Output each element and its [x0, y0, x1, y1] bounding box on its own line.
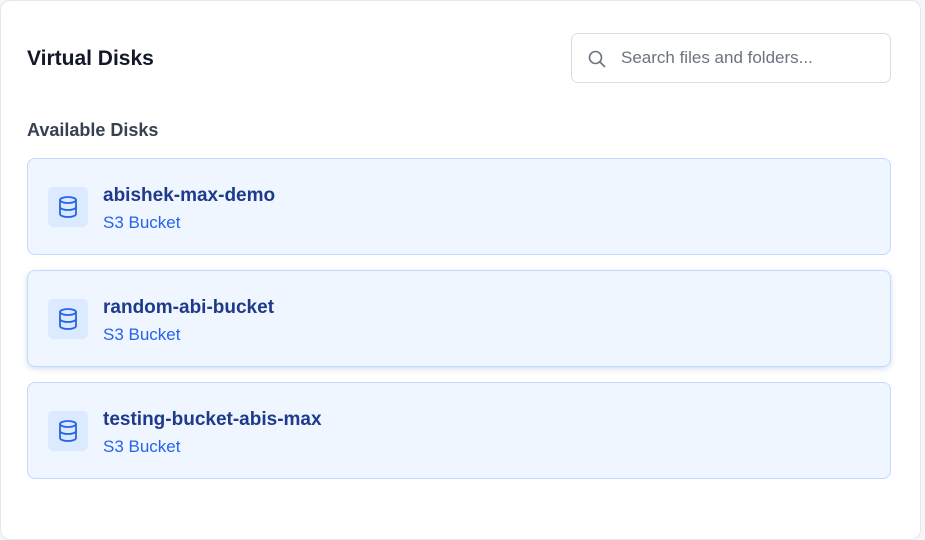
database-icon	[48, 299, 88, 339]
disk-card-random-abi-bucket[interactable]: random-abi-bucket S3 Bucket	[27, 270, 891, 367]
disk-name: abishek-max-demo	[103, 185, 276, 206]
search-input[interactable]	[621, 34, 883, 82]
page-title: Virtual Disks	[27, 47, 154, 70]
disk-type: S3 Bucket	[103, 213, 181, 232]
virtual-disks-panel: Virtual Disks Available Disks abishek-ma…	[0, 0, 921, 540]
search-box[interactable]	[571, 33, 891, 83]
disk-card-testing-bucket-abis-max[interactable]: testing-bucket-abis-max S3 Bucket	[27, 382, 891, 479]
disk-type: S3 Bucket	[103, 437, 181, 456]
search-icon	[588, 50, 606, 68]
disk-type: S3 Bucket	[103, 325, 181, 344]
database-icon	[48, 187, 88, 227]
disk-name: random-abi-bucket	[103, 297, 275, 318]
disk-card-abishek-max-demo[interactable]: abishek-max-demo S3 Bucket	[27, 158, 891, 255]
section-label-available-disks: Available Disks	[27, 120, 159, 140]
disk-list: abishek-max-demo S3 Bucket random-abi-bu…	[27, 158, 891, 494]
disk-name: testing-bucket-abis-max	[103, 409, 322, 430]
database-icon	[48, 411, 88, 451]
